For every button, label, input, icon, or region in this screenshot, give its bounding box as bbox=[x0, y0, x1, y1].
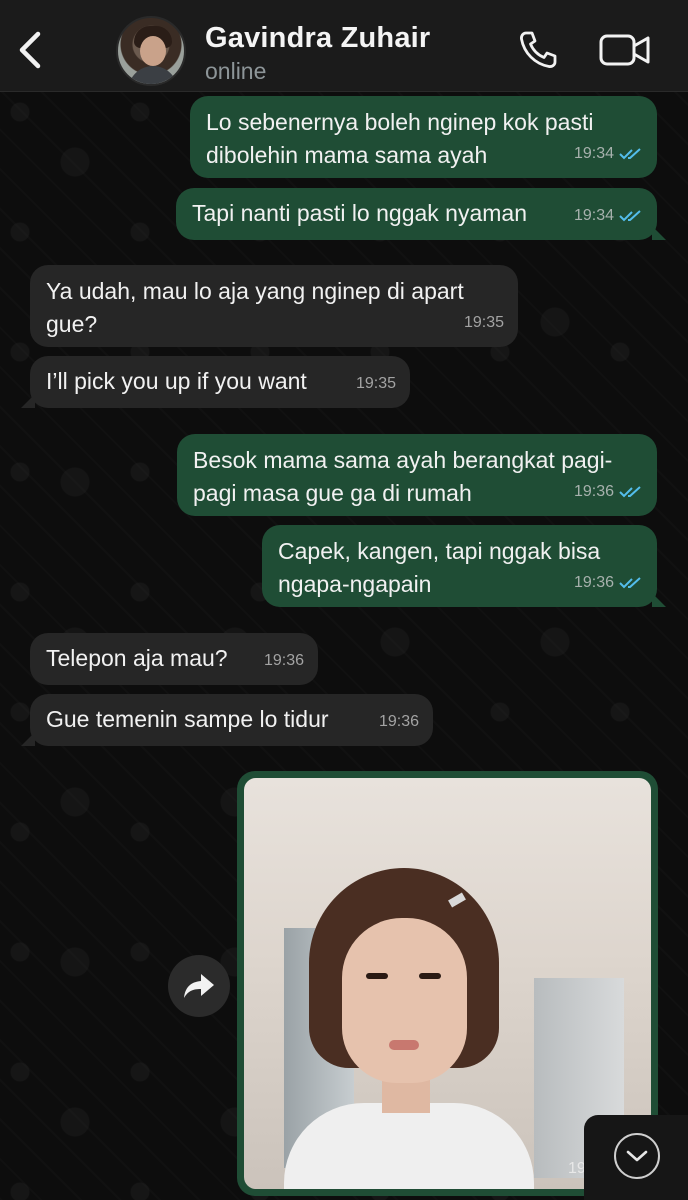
message-time: 19:36 bbox=[573, 483, 614, 500]
contact-avatar[interactable] bbox=[116, 16, 186, 86]
read-ticks-icon bbox=[619, 485, 641, 497]
message-text: Ya udah, mau lo aja yang nginep di apart… bbox=[46, 278, 464, 337]
phone-icon bbox=[520, 31, 557, 68]
contact-name[interactable]: Gavindra Zuhair bbox=[205, 22, 430, 55]
message-text: I’ll pick you up if you want bbox=[46, 368, 307, 394]
chevron-down-icon bbox=[626, 1150, 648, 1162]
message-time: 19:35 bbox=[463, 314, 504, 331]
incoming-message[interactable]: I’ll pick you up if you want 19:35 bbox=[21, 356, 410, 408]
incoming-message[interactable]: Telepon aja mau? 19:36 bbox=[30, 633, 318, 685]
message-meta: 19:35 bbox=[356, 367, 396, 400]
message-meta: 19:34 bbox=[574, 199, 643, 232]
forward-button[interactable] bbox=[168, 955, 230, 1017]
contact-status: online bbox=[205, 58, 267, 84]
message-time: 19:36 bbox=[263, 652, 304, 669]
back-button[interactable] bbox=[14, 28, 50, 72]
outgoing-message[interactable]: Tapi nanti pasti lo nggak nyaman 19:34 bbox=[176, 188, 666, 240]
outgoing-message[interactable]: Lo sebenernya boleh nginep kok pasti dib… bbox=[190, 96, 657, 178]
message-meta: 19:36 bbox=[379, 705, 419, 738]
outgoing-message[interactable]: Besok mama sama ayah berangkat pagi-pagi… bbox=[177, 434, 657, 516]
message-time: 19:34 bbox=[573, 145, 614, 162]
video-call-button[interactable] bbox=[598, 30, 652, 70]
incoming-message[interactable]: Ya udah, mau lo aja yang nginep di apart… bbox=[30, 265, 518, 347]
message-meta: 19:36 bbox=[574, 566, 643, 599]
read-ticks-icon bbox=[619, 147, 641, 159]
chat-header: Gavindra Zuhair online bbox=[0, 0, 688, 92]
message-text: Tapi nanti pasti lo nggak nyaman bbox=[192, 200, 527, 226]
read-ticks-icon bbox=[619, 576, 641, 588]
outgoing-message[interactable]: Capek, kangen, tapi nggak bisa ngapa-nga… bbox=[262, 525, 666, 607]
message-text: Gue temenin sampe lo tidur bbox=[46, 706, 329, 732]
forward-arrow-icon bbox=[184, 974, 214, 998]
scroll-to-bottom-button[interactable] bbox=[614, 1133, 660, 1179]
incoming-message[interactable]: Gue temenin sampe lo tidur 19:36 bbox=[21, 694, 433, 746]
back-chevron-icon bbox=[19, 31, 41, 69]
message-time: 19:36 bbox=[573, 574, 614, 591]
message-meta: 19:36 bbox=[264, 644, 304, 677]
read-ticks-icon bbox=[619, 209, 641, 221]
message-time: 19:36 bbox=[378, 713, 419, 730]
message-text: Besok mama sama ayah berangkat pagi-pagi… bbox=[193, 447, 613, 506]
message-text: Lo sebenernya boleh nginep kok pasti dib… bbox=[206, 109, 594, 168]
voice-call-button[interactable] bbox=[516, 28, 560, 72]
message-text: Capek, kangen, tapi nggak bisa ngapa-nga… bbox=[278, 538, 601, 597]
message-meta: 19:36 bbox=[574, 475, 643, 508]
message-time: 19:34 bbox=[573, 207, 614, 224]
message-text: Telepon aja mau? bbox=[46, 645, 228, 671]
video-camera-icon bbox=[599, 34, 650, 66]
message-meta: 19:35 bbox=[464, 306, 504, 339]
message-time: 19:35 bbox=[355, 375, 396, 392]
message-meta: 19:34 bbox=[574, 137, 643, 170]
